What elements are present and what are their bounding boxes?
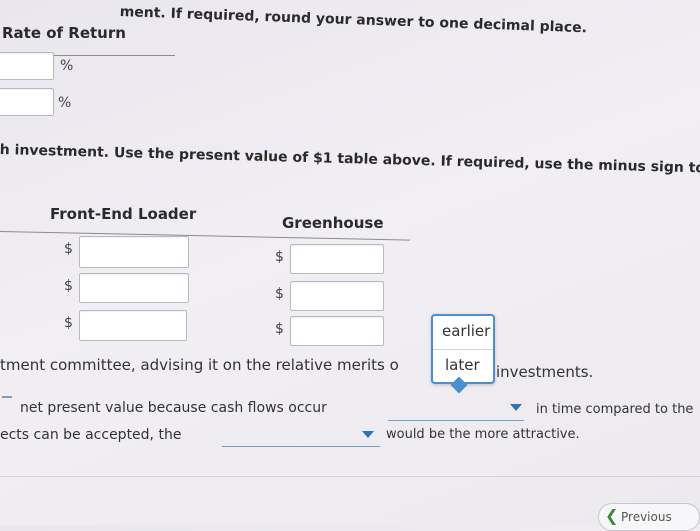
memo-line2-right: in time compared to the [536, 402, 694, 417]
memo-line3-right: would be the more attractive. [386, 427, 580, 442]
chevron-down-icon[interactable] [362, 431, 374, 438]
instruction-present-value: h investment. Use the present value of $… [0, 142, 700, 178]
greenhouse-input-1[interactable] [290, 244, 384, 274]
column-header-greenhouse: Greenhouse [282, 214, 384, 232]
front-end-loader-input-2[interactable] [79, 273, 189, 303]
rate-of-return-input-1[interactable] [0, 52, 54, 80]
timing-dropdown-popup: earlier later [431, 314, 495, 384]
dollar-sign: $ [64, 315, 73, 331]
footer-divider [0, 476, 700, 477]
dollar-sign: $ [275, 249, 284, 265]
percent-sign: % [58, 95, 72, 111]
percent-sign: % [60, 58, 74, 74]
rate-of-return-input-2[interactable] [0, 88, 54, 116]
previous-button-label: Previous [621, 510, 672, 524]
option-divider [433, 349, 493, 350]
memo-sentence-start: tment committee, advising it on the rela… [0, 356, 399, 374]
attractive-dropdown[interactable] [222, 424, 380, 448]
memo-line3-left: ects can be accepted, the [0, 427, 182, 443]
previous-button[interactable]: ❮ Previous [598, 503, 700, 531]
dollar-sign: $ [64, 241, 73, 257]
rate-of-return-header: Rate of Return [2, 24, 126, 42]
column-header-front-end-loader: Front-End Loader [50, 205, 197, 223]
instruction-rounding: ment. If required, round your answer to … [119, 4, 588, 37]
memo-line2-left: net present value because cash flows occ… [20, 400, 327, 416]
dropdown-underline-fragment[interactable] [2, 396, 12, 398]
greenhouse-input-3[interactable] [290, 316, 384, 346]
attractive-dropdown-underline [222, 446, 380, 447]
chevron-left-icon: ❮ [605, 506, 619, 525]
chevron-down-icon[interactable] [510, 404, 522, 411]
option-later[interactable]: later [445, 356, 480, 374]
front-end-loader-input-3[interactable] [79, 310, 187, 341]
dollar-sign: $ [275, 321, 284, 337]
dollar-sign: $ [275, 286, 284, 302]
greenhouse-input-2[interactable] [290, 281, 384, 311]
table-header-divider [0, 231, 410, 241]
dollar-sign: $ [64, 278, 73, 294]
timing-dropdown-underline [388, 420, 524, 421]
front-end-loader-input-1[interactable] [79, 236, 189, 268]
option-earlier[interactable]: earlier [442, 322, 490, 340]
memo-sentence-end: investments. [496, 363, 594, 381]
